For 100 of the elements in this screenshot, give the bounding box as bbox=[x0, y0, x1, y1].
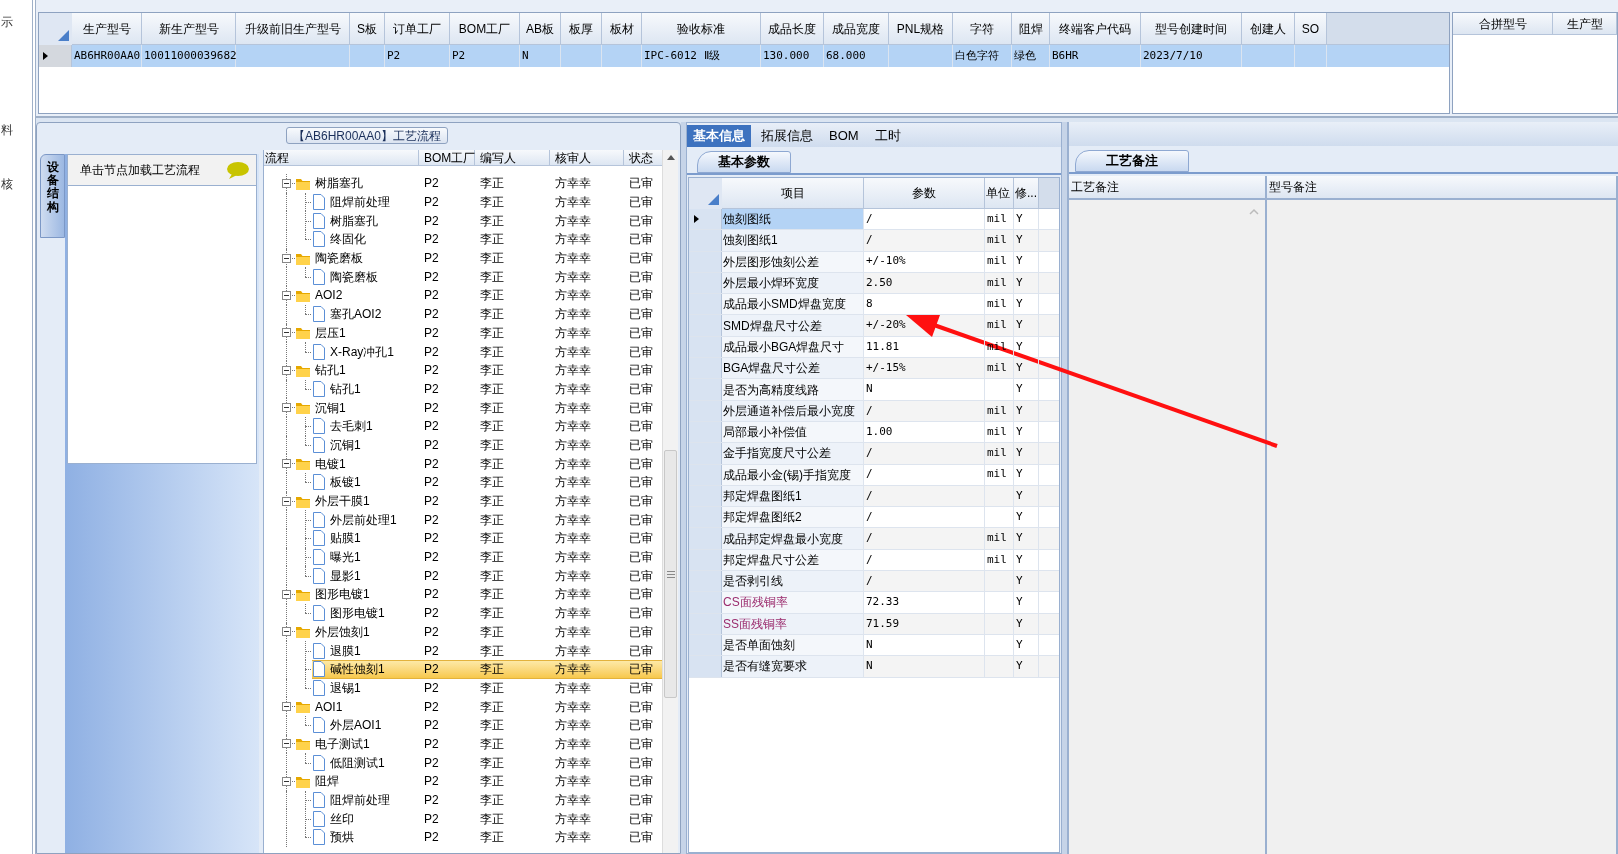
tree-item[interactable]: 退锡1 bbox=[312, 678, 419, 698]
column-header[interactable]: 板材 bbox=[602, 13, 642, 45]
column-header[interactable]: 项目 bbox=[722, 178, 864, 209]
column-header[interactable]: 成品长度 bbox=[761, 13, 824, 45]
tree-item[interactable]: 钻孔1 bbox=[295, 360, 419, 380]
column-header[interactable]: 流程 bbox=[264, 150, 419, 166]
column-header[interactable]: BOM工厂 bbox=[419, 150, 475, 166]
side-label: 料 bbox=[0, 124, 14, 136]
text-area[interactable] bbox=[1267, 200, 1616, 854]
column-header[interactable]: AB板 bbox=[520, 13, 561, 45]
current-row-icon bbox=[43, 52, 48, 60]
tree-item[interactable]: 图形电镀1 bbox=[312, 603, 419, 623]
tree-item[interactable]: 去毛刺1 bbox=[312, 416, 419, 436]
tree-item[interactable]: 预烘 bbox=[312, 828, 419, 847]
collapse-icon[interactable] bbox=[282, 627, 291, 637]
column-header[interactable]: 合拼型号 bbox=[1453, 13, 1553, 35]
column-header[interactable]: 工艺备注 bbox=[1069, 176, 1265, 200]
tree-item[interactable]: 外层AOI1 bbox=[312, 715, 419, 735]
column-header[interactable]: 升级前旧生产型号 bbox=[236, 13, 350, 45]
collapse-icon[interactable] bbox=[282, 459, 291, 469]
column-header[interactable]: 成品宽度 bbox=[824, 13, 889, 45]
column-header[interactable]: SO bbox=[1295, 13, 1327, 45]
collapse-icon[interactable] bbox=[282, 403, 291, 413]
column-header[interactable]: 核审人 bbox=[550, 150, 624, 166]
column-header[interactable]: 新生产型号 bbox=[142, 13, 236, 45]
scrollbar[interactable] bbox=[662, 150, 678, 853]
column-header[interactable]: 板厚 bbox=[561, 13, 602, 45]
tree-item[interactable]: 沉铜1 bbox=[295, 398, 419, 417]
collapse-icon[interactable] bbox=[282, 739, 291, 749]
column-header[interactable]: 验收标准 bbox=[642, 13, 761, 45]
column-header[interactable]: 编写人 bbox=[475, 150, 550, 166]
column-header[interactable]: 参数 bbox=[864, 178, 985, 209]
column-header[interactable]: 状态 bbox=[624, 150, 663, 166]
column-header[interactable]: 型号备注 bbox=[1267, 176, 1616, 200]
tree-item[interactable]: 显影1 bbox=[312, 566, 419, 586]
tree-item[interactable]: 退膜1 bbox=[312, 641, 419, 660]
tree-item[interactable]: 图形电镀1 bbox=[295, 585, 419, 604]
table-cell: 白色字符 bbox=[953, 45, 1012, 67]
vertical-tab[interactable]: 设备结构 bbox=[40, 154, 65, 238]
collapse-icon[interactable] bbox=[282, 496, 291, 506]
column-header[interactable]: 阻焊 bbox=[1012, 13, 1050, 45]
column-header[interactable]: 单位 bbox=[985, 178, 1014, 209]
collapse-icon[interactable] bbox=[282, 589, 291, 599]
tree-item[interactable]: 外层蚀刻1 bbox=[295, 622, 419, 642]
collapse-icon[interactable] bbox=[282, 290, 291, 300]
table-cell: / bbox=[864, 528, 985, 549]
collapse-icon[interactable] bbox=[282, 365, 291, 375]
tree-item[interactable]: AOI2 bbox=[295, 286, 419, 305]
tree-item[interactable]: 沉铜1 bbox=[312, 435, 419, 455]
sub-tab[interactable]: 工艺备注 bbox=[1075, 150, 1189, 172]
column-header[interactable]: 生产型号 bbox=[72, 13, 142, 45]
tree-item[interactable]: 贴膜1 bbox=[312, 529, 419, 548]
column-header[interactable]: BOM工厂 bbox=[450, 13, 520, 45]
tree-item[interactable]: 电镀1 bbox=[295, 454, 419, 473]
tree-item[interactable]: 陶瓷磨板 bbox=[312, 267, 419, 287]
tab[interactable]: 工时 bbox=[868, 125, 907, 147]
column-header[interactable]: 创建人 bbox=[1242, 13, 1295, 45]
collapse-icon[interactable] bbox=[282, 178, 291, 188]
tree-item[interactable]: 碱性蚀刻1 bbox=[312, 659, 419, 679]
tree-item[interactable]: 终固化 bbox=[312, 230, 419, 249]
tree-item[interactable]: 丝印 bbox=[312, 809, 419, 829]
column-header[interactable]: PNL规格 bbox=[889, 13, 953, 45]
collapse-icon[interactable] bbox=[282, 702, 291, 712]
tree-item[interactable]: 曝光1 bbox=[312, 547, 419, 567]
column-header[interactable]: 订单工厂 bbox=[385, 13, 450, 45]
tree-item[interactable]: 树脂塞孔 bbox=[295, 174, 419, 193]
text-area[interactable] bbox=[1069, 200, 1265, 854]
column-header[interactable]: 终端客户代码 bbox=[1050, 13, 1141, 45]
tree-item[interactable]: 树脂塞孔 bbox=[312, 211, 419, 231]
tree-item[interactable]: X-Ray冲孔1 bbox=[312, 342, 419, 361]
tab[interactable]: BOM bbox=[823, 125, 865, 147]
tree-item[interactable]: 陶瓷磨板 bbox=[295, 248, 419, 268]
tree-item[interactable]: 电子测试1 bbox=[295, 734, 419, 754]
tree-item[interactable]: 阻焊前处理 bbox=[312, 192, 419, 212]
column-header[interactable]: 修... bbox=[1014, 178, 1039, 209]
tree-item[interactable]: 塞孔AOI2 bbox=[312, 304, 419, 324]
column-header[interactable]: 字符 bbox=[953, 13, 1012, 45]
tree-item[interactable]: 阻焊 bbox=[295, 772, 419, 791]
tree-item[interactable]: 外层干膜1 bbox=[295, 491, 419, 511]
tree-item[interactable]: 阻焊前处理 bbox=[312, 790, 419, 810]
tab[interactable]: 基本信息 bbox=[687, 125, 751, 147]
scroll-thumb[interactable] bbox=[664, 450, 677, 698]
table-row[interactable]: AB6HR00AA0 10011000039682 P2 P2 N IPC-6012 Ⅱ级 130.000 68.000 白色字符 绿色 B6HR 2023/7/10 bbox=[39, 45, 1449, 67]
row-header[interactable] bbox=[689, 209, 722, 230]
collapse-icon[interactable] bbox=[282, 253, 291, 263]
collapse-icon[interactable] bbox=[282, 328, 291, 338]
tree-item[interactable]: AOI1 bbox=[295, 697, 419, 716]
tab[interactable]: 拓展信息 bbox=[755, 125, 819, 147]
tree-item[interactable]: 钻孔1 bbox=[312, 379, 419, 399]
collapse-icon[interactable] bbox=[282, 776, 291, 786]
column-header[interactable]: 生产型 bbox=[1553, 13, 1617, 35]
tree-item[interactable]: 低阻测试1 bbox=[312, 753, 419, 772]
document-icon bbox=[312, 792, 326, 809]
column-header[interactable]: 型号创建时间 bbox=[1141, 13, 1242, 45]
column-header[interactable]: S板 bbox=[350, 13, 385, 45]
tree-item[interactable]: 层压1 bbox=[295, 323, 419, 343]
tree-item[interactable]: 板镀1 bbox=[312, 473, 419, 492]
sub-tab[interactable]: 基本参数 bbox=[697, 151, 791, 173]
tree-item[interactable]: 外层前处理1 bbox=[312, 510, 419, 530]
table-cell-text: P2 bbox=[423, 474, 440, 492]
